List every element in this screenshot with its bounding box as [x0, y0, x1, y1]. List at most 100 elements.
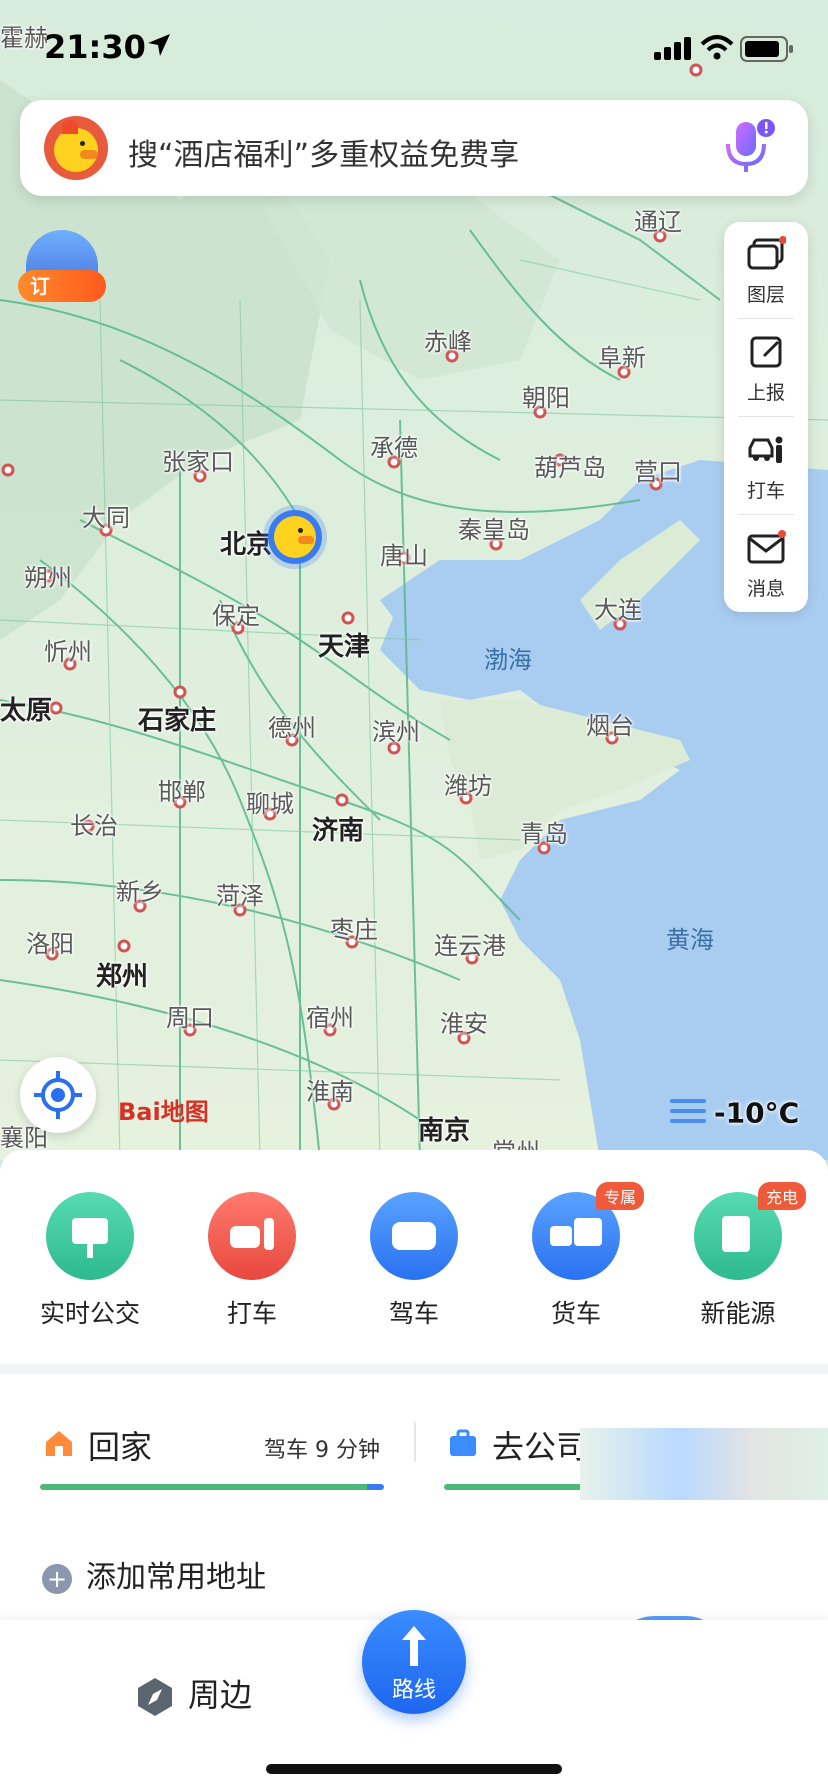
charging-tag: 充电 [757, 1182, 806, 1210]
wifi-icon [700, 35, 734, 60]
status-bar: 21:30 [0, 0, 828, 100]
taxi-icon [208, 1192, 296, 1280]
city-label: 秦皇岛 [458, 516, 530, 544]
plus-icon: + [42, 1563, 72, 1594]
route-arrow-icon [402, 1626, 426, 1666]
home-indicator [266, 1764, 562, 1774]
service-new-energy[interactable]: 充电 新能源 [668, 1182, 808, 1330]
city-label: 通辽 [634, 208, 682, 236]
favorite-name: 回家 [88, 1428, 153, 1466]
search-bar[interactable]: 搜“酒店福利”多重权益免费享 [20, 100, 808, 196]
city-label: 济南 [312, 816, 365, 846]
city-label: 承德 [370, 434, 418, 462]
compass-icon [138, 1678, 172, 1716]
city-label: 潍坊 [444, 772, 492, 800]
message-icon [747, 530, 786, 564]
add-address-label: 添加常用地址 [86, 1560, 266, 1595]
bus-stop-icon [46, 1192, 134, 1280]
service-truck[interactable]: 专属 货车 [506, 1182, 646, 1330]
service-taxi[interactable]: 打车 [182, 1192, 322, 1330]
service-drive[interactable]: 驾车 [344, 1192, 484, 1330]
favorite-eta: 驾车 9 分钟 [264, 1438, 380, 1463]
traffic-bar [444, 1484, 584, 1490]
city-label: 朝阳 [522, 384, 570, 412]
city-label: 大连 [594, 596, 642, 624]
city-label: 长治 [70, 812, 118, 840]
service-bus[interactable]: 实时公交 [20, 1192, 160, 1330]
city-label: 唐山 [380, 542, 428, 570]
toolbar-label: 上报 [746, 382, 785, 404]
city-label: 赤峰 [424, 328, 472, 356]
taxi-icon [748, 436, 783, 463]
city-label: 北京 [220, 530, 273, 560]
layers-button[interactable]: 图层 [724, 222, 808, 314]
hotel-booking-badge[interactable]: 订 [18, 230, 106, 304]
signal-icon [654, 37, 691, 60]
crosshair-icon [34, 1071, 82, 1119]
service-label: 驾车 [388, 1299, 439, 1328]
section-divider [0, 1364, 828, 1374]
city-label: 淮安 [440, 1010, 488, 1038]
traffic-bar [40, 1484, 384, 1490]
hotel-badge-label: 订 [18, 270, 106, 302]
nearby-label: 周边 [188, 1676, 253, 1714]
city-label: 聊城 [246, 790, 294, 818]
locate-me-button[interactable] [20, 1057, 96, 1133]
favorite-home[interactable]: 回家 驾车 9 分钟 [40, 1422, 384, 1502]
city-label: 葫芦岛 [534, 454, 606, 482]
taxi-button[interactable]: 打车 [724, 418, 808, 510]
duck-avatar-icon[interactable] [44, 116, 108, 180]
city-label: 新乡 [116, 878, 164, 906]
toolbar-label: 消息 [746, 578, 785, 600]
battery-icon [740, 36, 793, 62]
city-label: 阜新 [598, 344, 646, 372]
city-label: 天津 [318, 632, 371, 662]
toolbar-label: 图层 [746, 284, 785, 306]
route-label: 路线 [391, 1678, 436, 1703]
sea-label: 渤海 [484, 646, 532, 674]
city-label: 营口 [634, 458, 682, 486]
city-label: 大同 [82, 504, 130, 532]
city-label: 南京 [418, 1116, 471, 1146]
city-label: 邯郸 [158, 778, 206, 806]
city-label: 郑州 [96, 962, 149, 992]
map-toolbar: 图层 上报 打车 消息 [724, 222, 808, 612]
user-location-marker[interactable] [268, 510, 322, 564]
city-label: 朔州 [24, 564, 72, 592]
redacted-area [580, 1428, 828, 1500]
message-button[interactable]: 消息 [724, 516, 808, 608]
briefcase-icon [450, 1429, 476, 1456]
sea-label: 黄海 [666, 926, 714, 954]
service-label: 实时公交 [39, 1299, 140, 1328]
search-placeholder[interactable]: 搜“酒店福利”多重权益免费享 [128, 130, 519, 174]
city-label: 烟台 [586, 712, 634, 740]
fog-icon [670, 1096, 706, 1133]
route-button[interactable]: 路线 [362, 1610, 466, 1714]
temperature-text: -10°C [714, 1096, 800, 1130]
city-label: 枣庄 [330, 916, 378, 944]
location-arrow-icon [148, 34, 170, 56]
car-icon [370, 1192, 458, 1280]
toolbar-label: 打车 [746, 480, 785, 502]
nearby-tab[interactable]: 周边 [134, 1670, 252, 1718]
city-label: 滨州 [372, 718, 420, 746]
home-icon [46, 1431, 72, 1456]
city-label: 石家庄 [138, 706, 217, 736]
baidu-map-logo: Bai地图 [118, 1098, 209, 1126]
city-label: 周口 [166, 1004, 214, 1032]
city-label: 宿州 [306, 1004, 354, 1032]
report-icon [750, 336, 782, 368]
add-address-button[interactable]: + 添加常用地址 [42, 1552, 266, 1596]
city-label: 德州 [268, 714, 316, 742]
weather-indicator[interactable]: -10°C [670, 1096, 799, 1133]
microphone-icon[interactable] [720, 118, 776, 178]
duck-avatar-icon [274, 516, 316, 558]
report-button[interactable]: 上报 [724, 320, 808, 412]
favorite-name: 去公司 [492, 1428, 589, 1466]
city-label: 忻州 [44, 638, 92, 666]
layers-icon [747, 236, 787, 270]
city-label: 张家口 [162, 448, 234, 476]
service-label: 货车 [550, 1299, 601, 1328]
exclusive-tag: 专属 [595, 1182, 644, 1210]
service-label: 新能源 [700, 1299, 776, 1328]
